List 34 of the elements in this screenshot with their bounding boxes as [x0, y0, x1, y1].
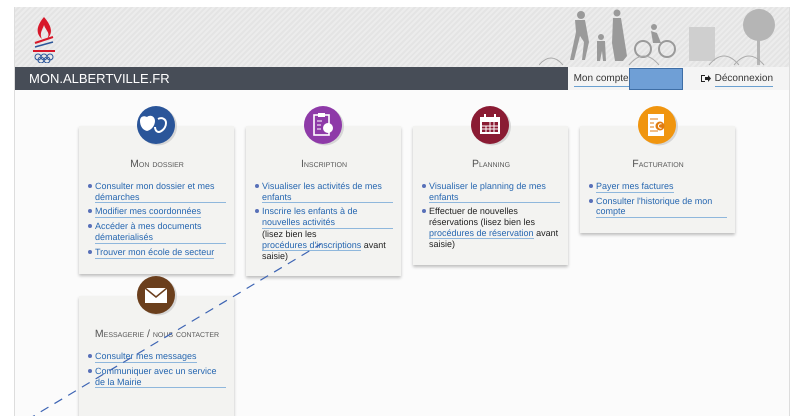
card-title: Inscription [300, 157, 348, 172]
site-title: MON.ALBERTVILLE.FR [28, 70, 170, 88]
bullet-icon [422, 184, 426, 188]
menu-link[interactable]: Accéder à mes documents dématerialisés [95, 221, 226, 244]
menu-link[interactable]: Trouver mon école de secteur [95, 246, 214, 259]
menu-link[interactable]: Consulter mon dossier et mes démarches [95, 180, 226, 204]
menu-link[interactable]: Consulter l'historique de mon compte [596, 196, 727, 218]
inline-link[interactable]: procédures d'inscriptions [262, 240, 362, 251]
bullet-icon [422, 209, 426, 214]
card-title: Planning [470, 157, 512, 172]
bullet-icon [88, 250, 92, 254]
logout-link[interactable]: Déconnexion [714, 70, 773, 86]
menu-link[interactable]: Visualiser le planning de mes enfants [429, 180, 560, 204]
bullet-icon [589, 198, 593, 203]
menu-link[interactable]: Modifier mes coordonnées [95, 206, 202, 218]
menu-link[interactable]: Visualiser les activités de mes enfants [262, 180, 393, 204]
redacted-block [628, 68, 683, 90]
card-title: Facturation [631, 157, 685, 172]
menu-link[interactable]: Communiquer avec un service de la Mairie [95, 366, 226, 388]
card-title: Mon dossier [129, 157, 185, 172]
bullet-icon [88, 209, 92, 214]
bullet-icon [88, 224, 92, 228]
menu-link[interactable]: Consulter mes messages [95, 351, 197, 363]
inline-link[interactable]: Inscrire les enfants à de nouvelles activités [262, 206, 393, 229]
logout-icon [700, 74, 711, 83]
bullet-icon [589, 184, 593, 188]
item-text: Effectuer de nouvelles réservations (lisez bien les procédures de réservation avant saisie) [429, 206, 558, 249]
inline-link[interactable]: procédures de réservation [429, 228, 534, 239]
bullet-icon [255, 209, 259, 214]
bullet-icon [88, 354, 92, 358]
menu-link[interactable]: Payer mes factures [596, 180, 674, 193]
bullet-icon [88, 368, 92, 373]
bullet-icon [255, 184, 259, 188]
bullet-icon [88, 184, 92, 188]
